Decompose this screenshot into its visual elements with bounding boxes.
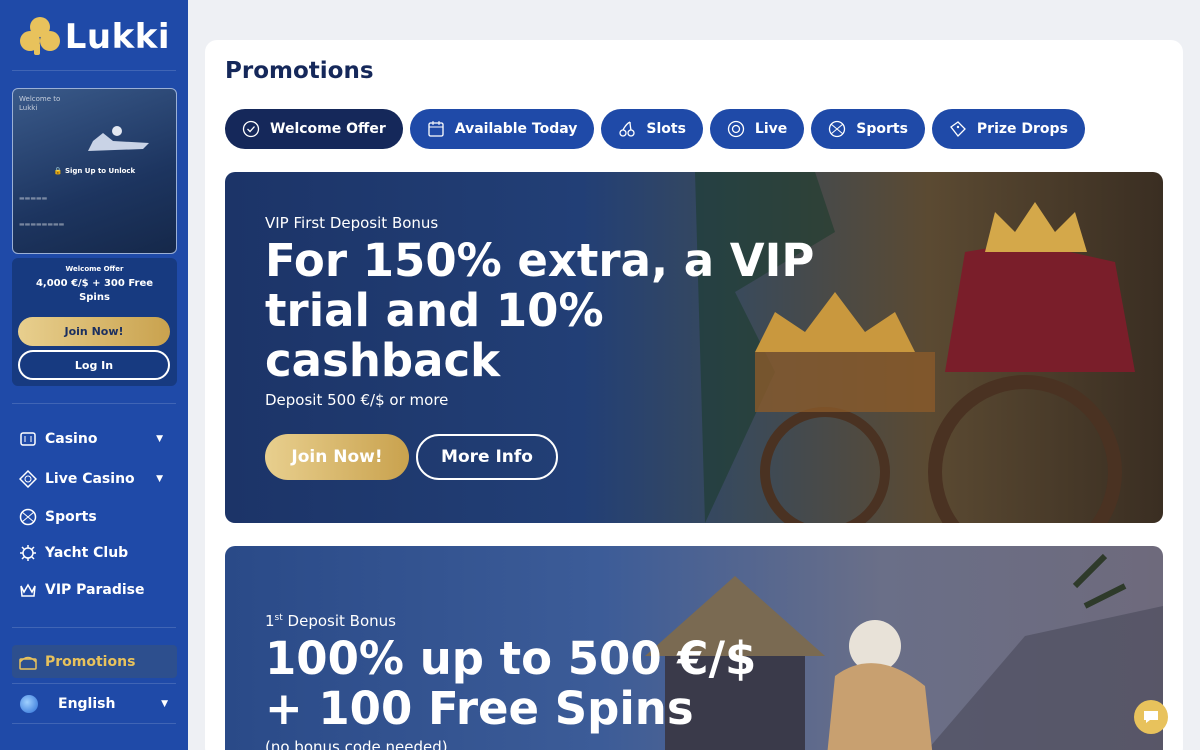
first-deposit-banner: 1st Deposit Bonus 100% up to 500 €/$ + 1… xyxy=(225,546,1163,750)
sidebar-item-sports[interactable]: Sports xyxy=(18,505,168,529)
chat-support-button[interactable] xyxy=(1134,700,1168,734)
royal-carriage-image xyxy=(695,172,1135,523)
vip-deposit-banner: VIP First Deposit Bonus For 150% extra, … xyxy=(225,172,1163,523)
clover-icon xyxy=(20,17,60,57)
banner-headline: 100% up to 500 €/$ xyxy=(265,632,757,685)
basketball-icon xyxy=(18,507,38,527)
promotions-panel: Promotions Welcome Offer Available Today… xyxy=(205,40,1183,750)
roulette-chip-icon xyxy=(726,119,746,139)
tab-label: Welcome Offer xyxy=(270,121,386,137)
banner-note: (no bonus code needed) xyxy=(265,738,448,750)
join-now-button[interactable]: Join Now! xyxy=(18,317,170,346)
lock-text: 🔒 Sign Up to Unlock xyxy=(53,167,136,175)
divider xyxy=(12,683,176,684)
sidebar-item-casino[interactable]: Casino ▼ xyxy=(18,427,168,451)
globe-icon xyxy=(20,695,38,713)
chat-bubble-icon xyxy=(1144,711,1158,723)
welcome-offer-box: Welcome Offer 4,000 €/$ + 300 Free Spins… xyxy=(12,258,177,386)
tab-label: Slots xyxy=(646,121,686,137)
tab-label: Sports xyxy=(856,121,908,137)
join-now-button[interactable]: Join Now! xyxy=(265,434,409,480)
sidebar: Lukki Welcome to Lukki 🔒 Sign Up to Unlo… xyxy=(0,0,188,750)
tab-slots[interactable]: Slots xyxy=(601,109,703,149)
gear-wheel-icon xyxy=(18,543,38,563)
tab-label: Available Today xyxy=(454,121,578,137)
log-in-button[interactable]: Log In xyxy=(18,350,170,380)
divider xyxy=(12,627,176,628)
sidebar-item-vip-paradise[interactable]: VIP Paradise xyxy=(18,578,168,602)
banner-subtitle: 1st Deposit Bonus xyxy=(265,612,396,630)
sidebar-item-label: Sports xyxy=(45,509,97,525)
divider xyxy=(12,723,176,724)
chevron-down-icon[interactable]: ▼ xyxy=(156,434,163,444)
promo-card-title: Welcome to Lukki xyxy=(19,95,61,112)
sidebar-item-label: Promotions xyxy=(45,653,136,670)
sidebar-item-label: VIP Paradise xyxy=(45,582,145,598)
welcome-offer-text: 4,000 €/$ + 300 Free Spins xyxy=(35,278,154,303)
banner-headline: + 100 Free Spins xyxy=(265,682,694,735)
sidebar-item-live-casino[interactable]: Live Casino ▼ xyxy=(18,467,168,491)
tab-sports[interactable]: Sports xyxy=(811,109,925,149)
sidebar-item-label: Yacht Club xyxy=(45,545,129,561)
divider xyxy=(12,403,176,404)
check-badge-icon xyxy=(241,119,261,139)
sidebar-item-label: Live Casino xyxy=(45,471,135,487)
ticket-icon xyxy=(948,119,968,139)
banner-headline: trial and 10% xyxy=(265,284,604,337)
banner-headline: cashback xyxy=(265,334,501,387)
welcome-offer-label: Welcome Offer xyxy=(65,265,124,273)
banner-note: Deposit 500 €/$ or more xyxy=(265,391,449,409)
language-selector[interactable]: English ▼ xyxy=(20,692,170,716)
chevron-down-icon[interactable]: ▼ xyxy=(156,474,163,484)
slot-machine-icon xyxy=(18,429,38,449)
diamond-chip-icon xyxy=(18,469,38,489)
language-label: English xyxy=(58,696,116,712)
calendar-icon xyxy=(426,119,446,139)
tab-welcome-offer[interactable]: Welcome Offer xyxy=(225,109,403,149)
divider xyxy=(12,70,176,71)
brand-name: Lukki xyxy=(64,17,170,57)
brand-logo[interactable]: Lukki xyxy=(20,14,170,60)
treasure-chest-icon xyxy=(18,652,38,672)
tab-available-today[interactable]: Available Today xyxy=(409,109,595,149)
lock-icon: 🔒 xyxy=(53,167,63,175)
jetski-image xyxy=(88,126,149,151)
crown-icon xyxy=(18,580,38,600)
chevron-down-icon: ▼ xyxy=(161,699,168,709)
placeholder-line: ▬▬▬▬▬ xyxy=(19,195,48,202)
tab-live[interactable]: Live xyxy=(709,109,805,149)
signup-promo-card[interactable]: Welcome to Lukki 🔒 Sign Up to Unlock ▬▬▬… xyxy=(12,88,177,254)
cherries-icon xyxy=(617,119,637,139)
banner-subtitle: VIP First Deposit Bonus xyxy=(265,214,439,232)
banner-headline: For 150% extra, a VIP xyxy=(265,234,815,287)
sidebar-item-label: Casino xyxy=(45,431,98,447)
sidebar-item-yacht-club[interactable]: Yacht Club xyxy=(18,541,168,565)
promo-tabs: Welcome Offer Available Today Slots Live… xyxy=(225,109,1085,149)
page-title: Promotions xyxy=(225,58,374,84)
sidebar-item-promotions[interactable]: Promotions xyxy=(12,645,177,678)
tab-label: Live xyxy=(754,121,788,137)
tab-label: Prize Drops xyxy=(976,121,1068,137)
basketball-icon xyxy=(827,119,847,139)
more-info-button[interactable]: More Info xyxy=(416,434,558,480)
placeholder-line: ▬▬▬▬▬▬▬▬ xyxy=(19,221,65,228)
tab-prize-drops[interactable]: Prize Drops xyxy=(931,109,1085,149)
